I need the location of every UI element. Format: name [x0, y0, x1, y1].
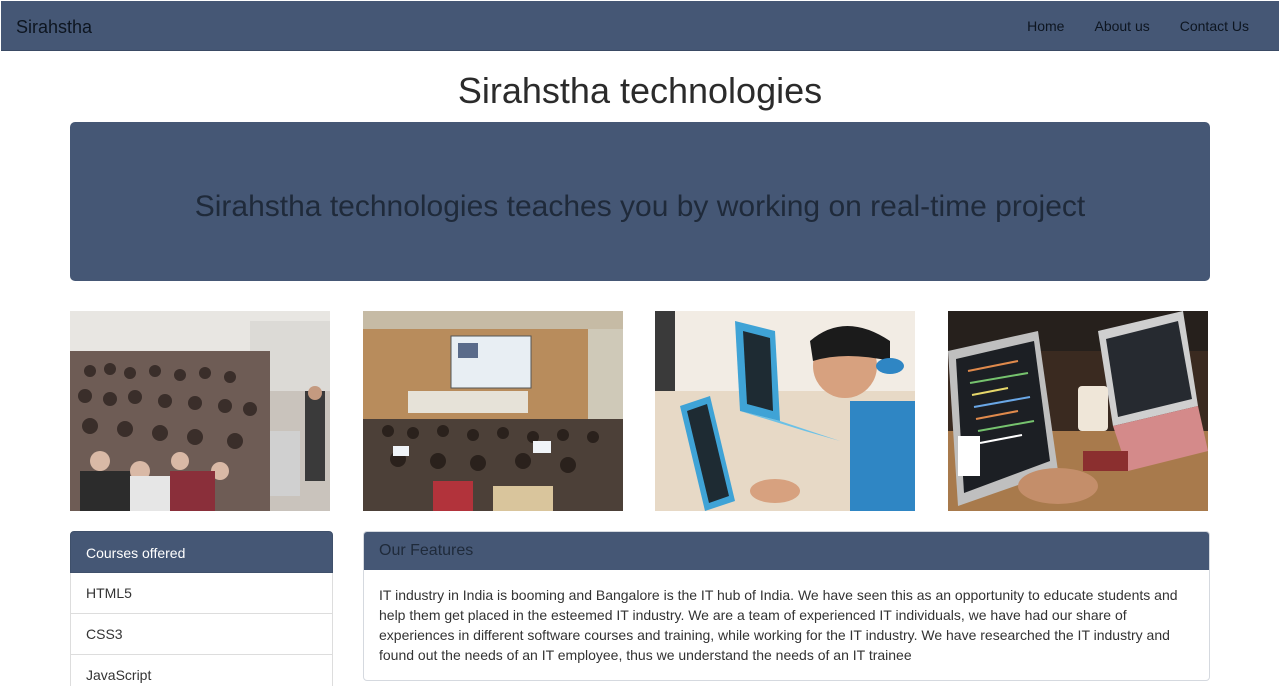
nav-links: Home About us Contact Us — [1012, 1, 1264, 51]
courses-list: Courses offered HTML5 CSS3 JavaScript — [70, 531, 333, 686]
navbar-brand[interactable]: Sirahstha — [16, 17, 92, 38]
features-title: Our Features — [379, 542, 474, 559]
top-navbar: Sirahstha Home About us Contact Us — [1, 1, 1279, 51]
features-panel-heading: Our Features — [364, 532, 1209, 570]
nav-link-home[interactable]: Home — [1012, 1, 1079, 51]
hero-jumbotron: Sirahstha technologies teaches you by wo… — [70, 122, 1210, 281]
course-item-css3[interactable]: CSS3 — [70, 614, 333, 655]
nav-link-about[interactable]: About us — [1079, 1, 1164, 51]
page-title: Sirahstha technologies — [457, 70, 823, 111]
course-item-html5[interactable]: HTML5 — [70, 573, 333, 614]
features-panel: Our Features IT industry in India is boo… — [363, 531, 1210, 681]
crowded-auditorium-photo — [70, 311, 330, 511]
hero-tagline: Sirahstha technologies teaches you by wo… — [194, 190, 1086, 223]
child-with-laptop-photo — [655, 311, 915, 511]
features-body: IT industry in India is booming and Bang… — [379, 587, 1178, 663]
course-item-javascript[interactable]: JavaScript — [70, 655, 333, 686]
nav-link-contact[interactable]: Contact Us — [1165, 1, 1264, 51]
courses-list-header: Courses offered — [70, 531, 333, 573]
lecture-hall-projector-photo — [363, 311, 623, 511]
laptops-coding-photo — [948, 311, 1208, 511]
